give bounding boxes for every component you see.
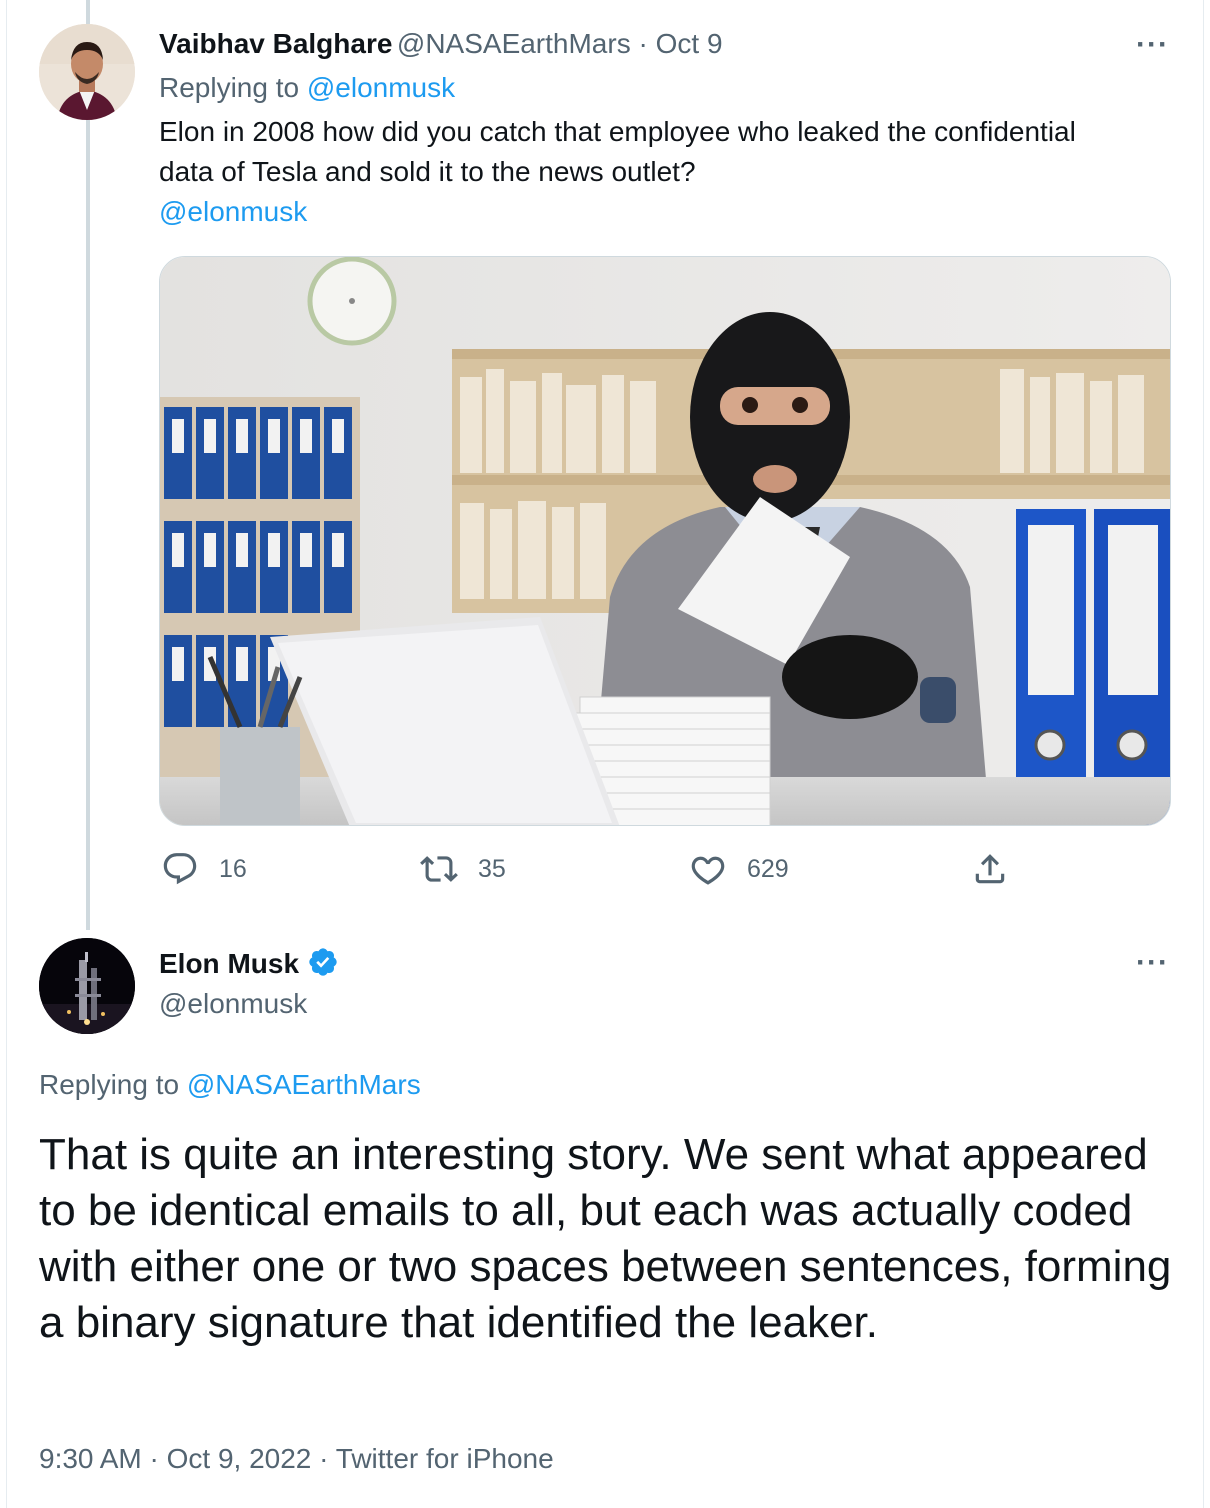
verified-badge-icon — [309, 948, 337, 976]
display-name-row: Elon Musk — [159, 946, 339, 980]
tweet-time[interactable]: 9:30 AM — [39, 1443, 142, 1474]
replying-to-line: Replying to @NASAEarthMars — [39, 1069, 421, 1101]
retweet-count: 35 — [478, 854, 506, 883]
thread-connector-line — [86, 0, 90, 930]
avatar[interactable] — [39, 24, 135, 120]
display-name[interactable]: Vaibhav Balghare — [159, 28, 392, 59]
tweet-mention[interactable]: @elonmusk — [159, 196, 307, 228]
replying-to-mention[interactable]: @NASAEarthMars — [187, 1069, 421, 1100]
replying-to-line: Replying to @elonmusk — [159, 72, 455, 104]
user-handle[interactable]: @elonmusk — [159, 988, 307, 1020]
tweet-metadata: 9:30 AM · Oct 9, 2022 · Twitter for iPho… — [39, 1443, 554, 1475]
reply-button[interactable]: 16 — [161, 850, 247, 888]
reply-icon — [163, 853, 197, 885]
like-count: 629 — [747, 854, 789, 883]
avatar[interactable] — [39, 938, 135, 1034]
tweet-source[interactable]: Twitter for iPhone — [336, 1443, 554, 1474]
separator-dot: · — [311, 1443, 336, 1474]
user-handle[interactable]: @NASAEarthMars — [397, 28, 631, 59]
office-burglar-photo — [160, 257, 1170, 825]
separator-dot: · — [141, 1443, 167, 1474]
more-options-button[interactable]: ··· — [1136, 28, 1169, 62]
heart-icon — [691, 856, 725, 885]
tweet-image[interactable] — [159, 256, 1171, 826]
share-icon — [975, 854, 1005, 884]
tweet-date[interactable]: Oct 9 — [656, 28, 723, 59]
avatar-photo — [39, 24, 135, 120]
avatar-photo — [39, 938, 135, 1034]
like-button[interactable]: 629 — [689, 850, 789, 888]
tweet-text-line-2: data of Tesla and sold it to the news ou… — [159, 156, 696, 187]
replying-to-mention[interactable]: @elonmusk — [307, 72, 455, 103]
replying-to-label: Replying to — [159, 72, 307, 103]
share-button[interactable] — [971, 850, 1009, 888]
tweet-date[interactable]: Oct 9, 2022 — [167, 1443, 312, 1474]
replying-to-label: Replying to — [39, 1069, 187, 1100]
tweet-text-line-1: Elon in 2008 how did you catch that empl… — [159, 116, 1076, 147]
reply-count: 16 — [219, 854, 247, 883]
retweet-button[interactable]: 35 — [420, 850, 506, 888]
more-options-button[interactable]: ··· — [1136, 946, 1169, 980]
separator-dot: · — [630, 28, 656, 59]
retweet-icon — [420, 856, 458, 882]
tweet-text: That is quite an interesting story. We s… — [39, 1130, 1172, 1347]
tweet1-header: Vaibhav Balghare @NASAEarthMars · Oct 9 — [159, 28, 723, 60]
display-name[interactable]: Elon Musk — [159, 948, 299, 979]
